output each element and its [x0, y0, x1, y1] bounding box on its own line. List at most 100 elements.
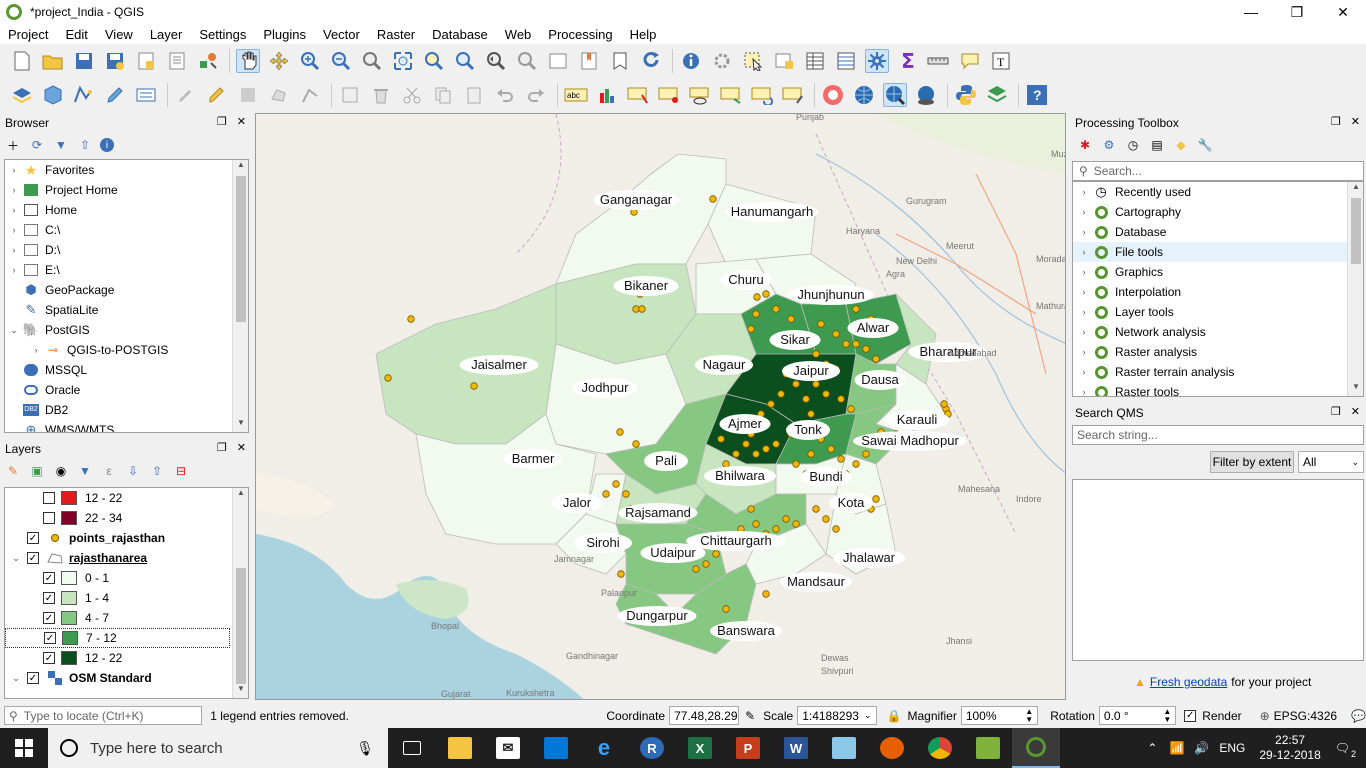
messages-icon[interactable]: 💬 — [1351, 709, 1366, 723]
run-feature-action-icon[interactable] — [710, 49, 734, 73]
collapse-all-icon[interactable]: ⇧ — [148, 462, 166, 480]
toolbox-gear-icon[interactable] — [865, 49, 889, 73]
processing-category[interactable]: › ◷ Recently used — [1073, 182, 1363, 202]
diagram-properties-icon[interactable] — [595, 83, 619, 107]
menu-layer[interactable]: Layer — [146, 27, 187, 42]
menu-edit[interactable]: Edit — [61, 27, 91, 42]
expand-arrow-icon[interactable]: ⌄ — [9, 673, 23, 684]
history-icon[interactable]: ◷ — [1124, 136, 1142, 154]
processing-category[interactable]: › Graphics — [1073, 262, 1363, 282]
menu-vector[interactable]: Vector — [319, 27, 364, 42]
expand-arrow-icon[interactable]: › — [1077, 267, 1091, 277]
menu-database[interactable]: Database — [428, 27, 492, 42]
visibility-checkbox[interactable]: ✓ — [44, 632, 56, 644]
menu-plugins[interactable]: Plugins — [259, 27, 310, 42]
refresh-icon[interactable] — [639, 49, 663, 73]
start-button[interactable] — [0, 728, 48, 768]
r-app-icon[interactable]: R — [628, 728, 676, 768]
expand-all-icon[interactable]: ⇩ — [124, 462, 142, 480]
legend-class-row[interactable]: ✓ 0 - 1 — [5, 568, 248, 588]
powerpoint-icon[interactable]: P — [724, 728, 772, 768]
scale-select[interactable]: 1:4188293 ⌄ — [797, 706, 877, 725]
filter-by-extent-button[interactable]: Filter by extent — [1210, 451, 1294, 473]
processing-category[interactable]: › Raster terrain analysis — [1073, 362, 1363, 382]
refresh-browser-icon[interactable]: ⟳ — [28, 136, 46, 154]
remove-layer-icon[interactable]: ⊟ — [172, 462, 190, 480]
visibility-checkbox[interactable]: ✓ — [43, 652, 55, 664]
paste-features-icon[interactable] — [462, 83, 486, 107]
expand-arrow-icon[interactable]: › — [1077, 187, 1091, 197]
menu-view[interactable]: View — [101, 27, 137, 42]
taskbar-search-box[interactable]: Type here to search 🎙 — [48, 728, 388, 768]
new-geopackage-layer-icon[interactable] — [41, 83, 65, 107]
sigma-statistics-icon[interactable]: Σ — [896, 49, 920, 73]
toggle-editing-icon[interactable] — [205, 83, 229, 107]
browser-item[interactable]: ⊕ WMS/WMTS — [5, 420, 248, 432]
filter-expression-icon[interactable]: ε — [100, 462, 118, 480]
zoom-in-icon[interactable] — [298, 49, 322, 73]
processing-category[interactable]: › Network analysis — [1073, 322, 1363, 342]
show-hide-labels-icon[interactable] — [688, 83, 712, 107]
menu-raster[interactable]: Raster — [373, 27, 419, 42]
attributes-toolbar-icon[interactable] — [772, 49, 796, 73]
show-hidden-icons-icon[interactable]: ⌃ — [1147, 741, 1157, 755]
filter-select[interactable]: All ⌄ — [1298, 451, 1364, 473]
visibility-checkbox[interactable]: ✓ — [43, 572, 55, 584]
menu-help[interactable]: Help — [626, 27, 661, 42]
excel-icon[interactable]: X — [676, 728, 724, 768]
close-panel-icon[interactable]: ✕ — [237, 115, 246, 128]
filter-legend-icon[interactable]: ▼ — [76, 462, 94, 480]
qgis-taskbar-icon[interactable] — [1012, 728, 1060, 768]
expand-arrow-icon[interactable]: › — [7, 185, 21, 195]
new-map-view-icon[interactable] — [546, 49, 570, 73]
zoom-to-selection-icon[interactable] — [422, 49, 446, 73]
volume-icon[interactable]: 🔊 — [1194, 741, 1209, 755]
style-panel-icon[interactable]: ✎ — [4, 462, 22, 480]
expand-arrow-icon[interactable]: › — [1077, 307, 1091, 317]
float-panel-icon[interactable]: ❐ — [217, 441, 227, 454]
locator-input[interactable]: ⚲ Type to locate (Ctrl+K) — [4, 706, 203, 725]
visibility-checkbox[interactable]: ✓ — [43, 592, 55, 604]
browser-item[interactable]: › ★ Favorites — [5, 160, 248, 180]
info-icon[interactable]: i — [100, 138, 114, 152]
crs-label[interactable]: EPSG:4326 — [1274, 709, 1337, 723]
record-gps-icon[interactable] — [821, 83, 845, 107]
word-icon[interactable]: W — [772, 728, 820, 768]
float-panel-icon[interactable]: ❐ — [1331, 405, 1341, 418]
keyboard-language[interactable]: ENG — [1219, 741, 1245, 755]
expand-arrow-icon[interactable]: › — [7, 265, 21, 275]
browser-item[interactable]: ⬢ GeoPackage — [5, 280, 248, 300]
coordinate-input[interactable]: 77.48,28.29 — [669, 706, 740, 725]
zoom-last-icon[interactable] — [484, 49, 508, 73]
magnifier-spinbox[interactable]: 100% ▲ ▼ — [960, 706, 1039, 725]
browser-item[interactable]: MSSQL — [5, 360, 248, 380]
collapse-all-icon[interactable]: ⇧ — [76, 136, 94, 154]
add-group-icon[interactable]: ▣ — [28, 462, 46, 480]
zoom-to-layer-icon[interactable] — [453, 49, 477, 73]
zoom-full-icon[interactable] — [391, 49, 415, 73]
lock-scale-icon[interactable]: 🔒 — [887, 709, 902, 723]
help-icon[interactable]: ? — [1025, 83, 1049, 107]
expand-arrow-icon[interactable]: › — [29, 345, 43, 355]
visibility-checkbox[interactable]: ✓ — [43, 612, 55, 624]
microphone-icon[interactable]: 🎙 — [356, 740, 374, 757]
processing-search-box[interactable]: ⚲ Search... — [1072, 161, 1364, 181]
processing-category[interactable]: › Layer tools — [1073, 302, 1363, 322]
file-explorer-icon[interactable] — [436, 728, 484, 768]
pan-to-selection-icon[interactable] — [267, 49, 291, 73]
close-panel-icon[interactable]: ✕ — [1351, 115, 1360, 128]
expand-arrow-icon[interactable]: › — [1077, 367, 1091, 377]
select-features-icon[interactable] — [741, 49, 765, 73]
plugin-manager-icon[interactable] — [985, 83, 1009, 107]
new-bookmark-icon[interactable] — [577, 49, 601, 73]
chrome-icon[interactable] — [916, 728, 964, 768]
filter-browser-icon[interactable]: ▼ — [52, 136, 70, 154]
pin-labels-icon[interactable] — [626, 83, 650, 107]
label-toolbar-icon[interactable]: abc — [564, 83, 588, 107]
text-annotation-icon[interactable]: T — [989, 49, 1013, 73]
clock[interactable]: 22:57 29-12-2018 — [1259, 733, 1320, 763]
browser-item[interactable]: › ⊸ QGIS-to-POSTGIS — [5, 340, 248, 360]
notification-center-icon[interactable]: 🗨 2 — [1335, 741, 1356, 759]
visibility-checkbox[interactable] — [43, 512, 55, 524]
browser-item[interactable]: › Home — [5, 200, 248, 220]
